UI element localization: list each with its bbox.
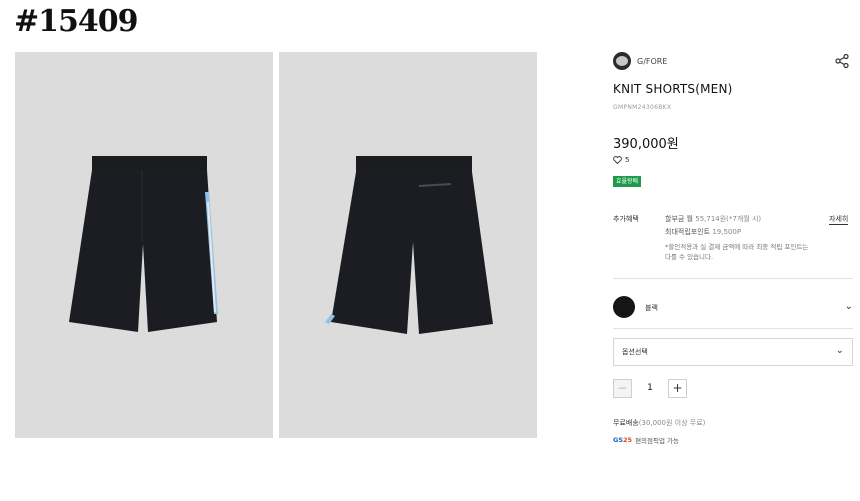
color-name: 블랙 (645, 304, 658, 312)
installment-suffix: (*7개월 시) (726, 215, 762, 223)
quantity-value: 1 (647, 383, 653, 393)
page-tag: #15409 (14, 4, 139, 39)
shorts-front-illustration (69, 156, 218, 332)
likes-count: 5 (625, 156, 630, 164)
product-price: 390,000원 (613, 137, 679, 152)
product-image-front[interactable] (15, 52, 273, 438)
divider (613, 278, 853, 279)
points-info: 최대적립포인트 19,500P (665, 227, 741, 237)
installment-info: 할부금 월 55,714원(*7개월 시) (665, 214, 761, 224)
product-image-back[interactable] (279, 52, 537, 438)
chevron-down-icon: ⌄ (835, 345, 844, 356)
brand-row[interactable]: G/FORE (613, 52, 667, 70)
option-select[interactable]: 옵션선택 ⌄ (613, 338, 853, 366)
shorts-back-illustration (325, 156, 493, 334)
share-icon[interactable] (834, 53, 850, 69)
option-label: 옵션선택 (622, 348, 648, 356)
shipping-condition: (30,000원 이상 무료) (638, 419, 706, 427)
points-amount: 19,500P (712, 228, 742, 236)
quantity-stepper[interactable]: − 1 + (613, 378, 687, 398)
brand-name: G/FORE (637, 56, 668, 66)
increase-button[interactable]: + (668, 378, 687, 398)
benefit-label: 추가혜택 (613, 215, 639, 223)
points-note: *할인적용과 실 결제 금액에 따라 최종 적립 포인트는 다를 수 있습니다. (665, 243, 809, 261)
gs25-logo-icon: GS25 (613, 436, 633, 444)
installment-prefix: 할부금 월 (665, 215, 693, 223)
color-swatch[interactable] (613, 296, 635, 318)
product-title: KNIT SHORTS(MEN) (613, 82, 733, 96)
likes-row[interactable]: 5 (613, 156, 629, 164)
color-selector[interactable]: 블랙 ⌄ (613, 296, 853, 320)
gs25-pickup: GS25 편의점픽업 가능 (613, 435, 679, 445)
divider (613, 328, 853, 329)
decrease-button[interactable]: − (613, 378, 632, 398)
product-code: GMPNM24306BKX (613, 104, 672, 111)
installment-amount: 55,714원 (695, 215, 727, 223)
heart-icon (613, 156, 622, 164)
gs25-text: 편의점픽업 가능 (635, 437, 680, 445)
brand-logo-icon (613, 52, 631, 70)
points-prefix: 최대적립포인트 (665, 228, 711, 236)
shipping-info: 무료배송(30,000원 이상 무료) (613, 418, 705, 428)
chevron-down-icon: ⌄ (844, 301, 853, 312)
product-badge: 효율왕배 (613, 176, 642, 187)
detail-link[interactable]: 자세히 (829, 214, 849, 225)
shipping-label: 무료배송 (613, 419, 639, 427)
